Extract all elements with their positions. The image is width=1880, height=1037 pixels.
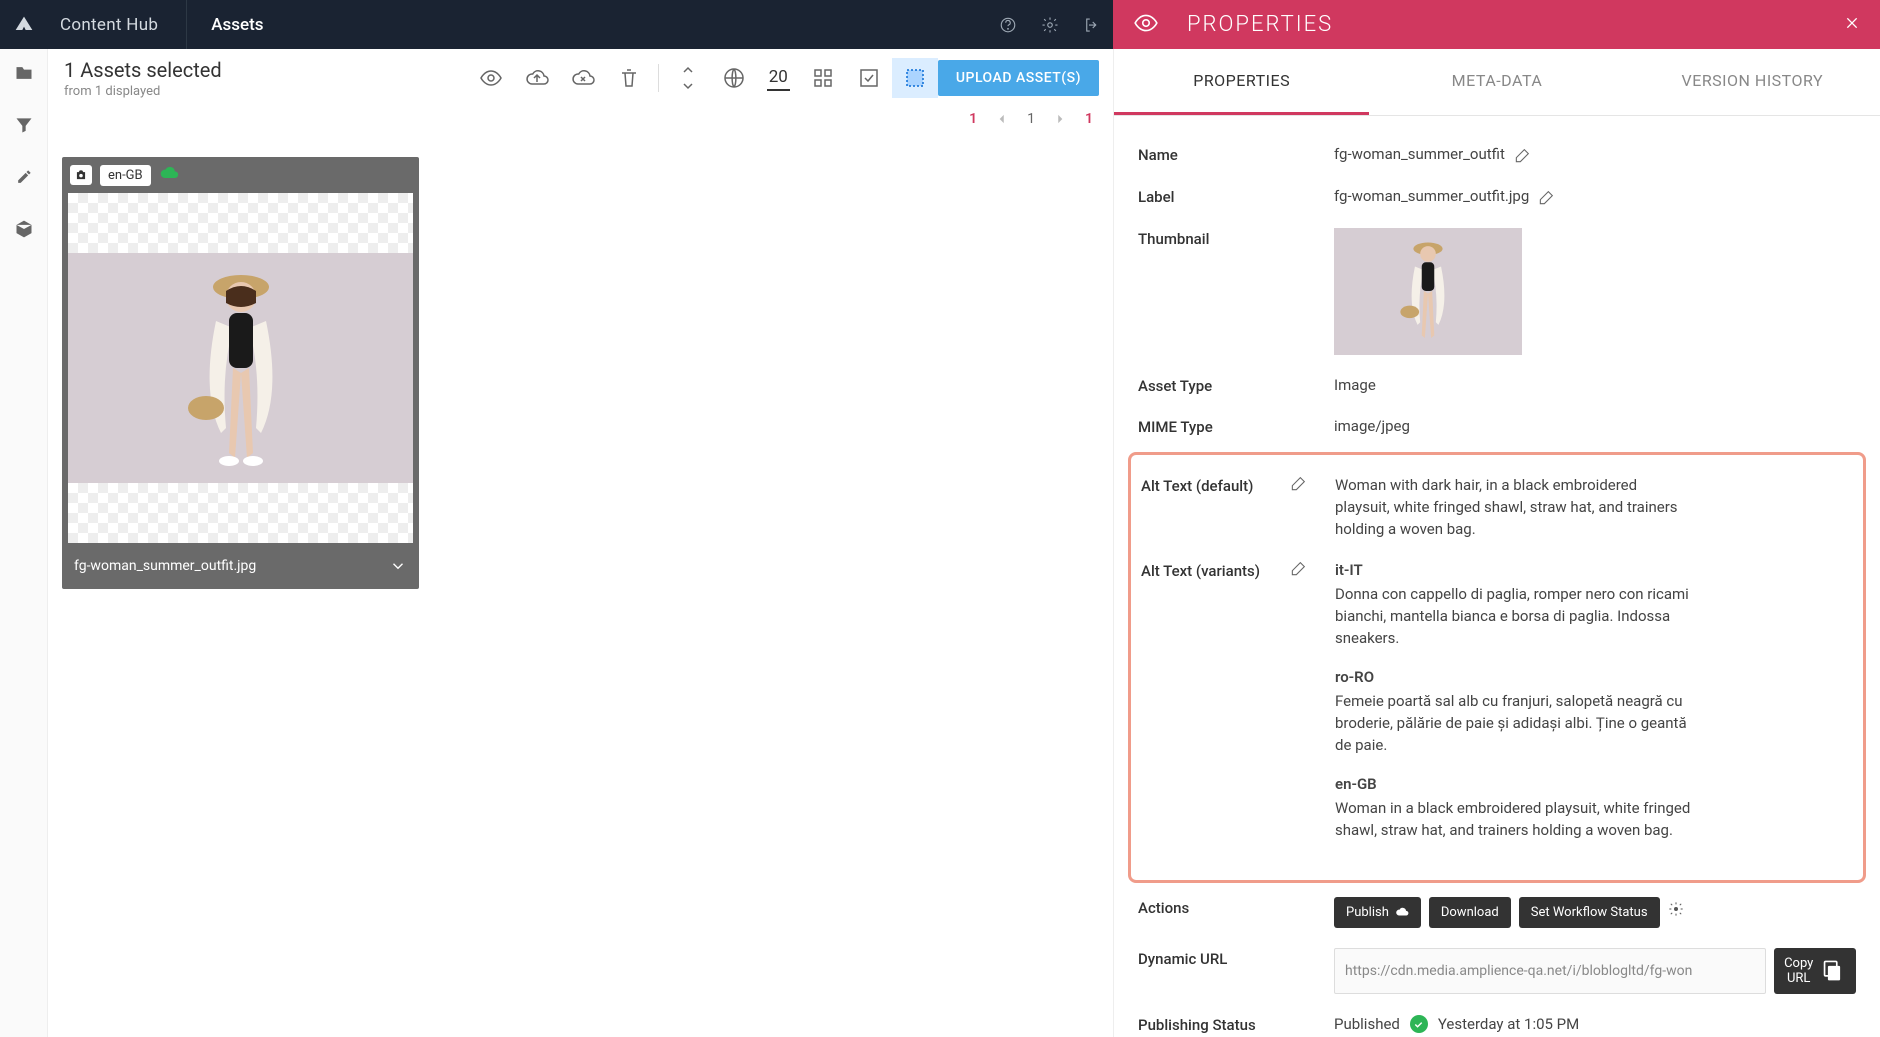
download-button[interactable]: Download (1429, 897, 1511, 928)
asset-thumbnail[interactable] (68, 193, 413, 543)
prop-name-value: fg-woman_summer_outfit (1334, 144, 1505, 166)
variant-text-en: Woman in a black embroidered playsuit, w… (1335, 798, 1695, 842)
settings-icon[interactable] (1029, 0, 1071, 49)
tab-metadata[interactable]: META-DATA (1369, 49, 1624, 115)
eye-icon (1133, 10, 1159, 40)
check-icon (1410, 1015, 1428, 1033)
publish-button[interactable]: Publish (1334, 897, 1421, 928)
tab-version-history[interactable]: VERSION HISTORY (1625, 49, 1880, 115)
prop-mime-label: MIME Type (1138, 416, 1334, 436)
help-icon[interactable] (987, 0, 1029, 49)
sort-icon[interactable] (665, 58, 711, 98)
dynamic-url-input[interactable] (1334, 948, 1766, 994)
package-icon[interactable] (14, 219, 34, 243)
asset-filename: fg-woman_summer_outfit.jpg (74, 558, 389, 574)
pub-status-time: Yesterday at 1:05 PM (1438, 1014, 1579, 1036)
properties-panel-title: PROPERTIES (1187, 12, 1844, 37)
prop-asset-type-value: Image (1334, 375, 1856, 397)
grid-view-icon[interactable] (800, 58, 846, 98)
folder-icon[interactable] (14, 63, 34, 87)
prop-mime-value: image/jpeg (1334, 416, 1856, 438)
camera-icon (70, 165, 92, 185)
filter-icon[interactable] (14, 115, 34, 139)
variant-text-it: Donna con cappello di paglia, romper ner… (1335, 584, 1695, 649)
prop-asset-type-label: Asset Type (1138, 375, 1334, 395)
trash-icon[interactable] (606, 58, 652, 98)
pub-status-value: Published (1334, 1014, 1400, 1036)
page-last[interactable]: 1 (1085, 111, 1093, 127)
asset-card[interactable]: en-GB (62, 157, 419, 589)
chevron-right-icon[interactable] (1053, 112, 1067, 126)
variant-locale-en: en-GB (1335, 774, 1695, 796)
cloud-upload-icon[interactable] (514, 58, 560, 98)
logout-icon[interactable] (1071, 0, 1113, 49)
edit-icon[interactable] (1515, 147, 1531, 163)
prop-dynamic-url-label: Dynamic URL (1138, 948, 1334, 968)
globe-icon[interactable] (711, 58, 757, 98)
section-name: Assets (187, 15, 287, 35)
edit-icon[interactable] (1539, 189, 1555, 205)
variant-locale-ro: ro-RO (1335, 667, 1695, 689)
prop-thumbnail-image (1334, 228, 1522, 355)
page-size[interactable]: 20 (767, 65, 790, 91)
close-panel-button[interactable] (1844, 15, 1860, 35)
app-logo[interactable] (0, 15, 48, 35)
pagination: 1 1 1 (48, 107, 1113, 137)
variant-text-ro: Femeie poartă sal alb cu franjuri, salop… (1335, 691, 1695, 756)
selection-count: 1 Assets selected (64, 58, 222, 82)
upload-assets-button[interactable]: UPLOAD ASSET(S) (938, 60, 1099, 96)
workflow-button[interactable]: Set Workflow Status (1519, 897, 1660, 928)
prop-name-label: Name (1138, 144, 1334, 164)
prop-alt-variants-label: Alt Text (variants) (1141, 560, 1291, 580)
prop-label-label: Label (1138, 186, 1334, 206)
prop-alt-default-value: Woman with dark hair, in a black embroid… (1335, 475, 1695, 540)
app-name: Content Hub (48, 0, 187, 49)
prop-thumbnail-label: Thumbnail (1138, 228, 1334, 248)
transparency-icon[interactable] (892, 58, 938, 98)
tab-properties[interactable]: PROPERTIES (1114, 49, 1369, 115)
locale-badge: en-GB (100, 165, 151, 186)
cloud-delete-icon[interactable] (560, 58, 606, 98)
edit-icon[interactable] (1291, 560, 1307, 576)
alt-text-highlight: Alt Text (default) Woman with dark hair,… (1128, 452, 1866, 883)
prop-alt-default-label: Alt Text (default) (1141, 475, 1291, 495)
tools-icon[interactable] (14, 167, 34, 191)
prop-pub-status-label: Publishing Status (1138, 1014, 1334, 1034)
cloud-synced-icon (159, 163, 179, 187)
variant-locale-it: it-IT (1335, 560, 1695, 582)
page-current: 1 (1027, 111, 1035, 127)
page-first[interactable]: 1 (969, 111, 977, 127)
selection-subtext: from 1 displayed (64, 84, 222, 99)
edit-icon[interactable] (1291, 475, 1307, 491)
gear-icon[interactable] (1668, 901, 1684, 924)
chevron-left-icon[interactable] (995, 112, 1009, 126)
prop-label-value: fg-woman_summer_outfit.jpg (1334, 186, 1529, 208)
select-all-icon[interactable] (846, 58, 892, 98)
preview-icon[interactable] (468, 58, 514, 98)
chevron-down-icon[interactable] (389, 557, 407, 575)
copy-url-button[interactable]: Copy URL (1774, 948, 1856, 994)
prop-actions-label: Actions (1138, 897, 1334, 917)
